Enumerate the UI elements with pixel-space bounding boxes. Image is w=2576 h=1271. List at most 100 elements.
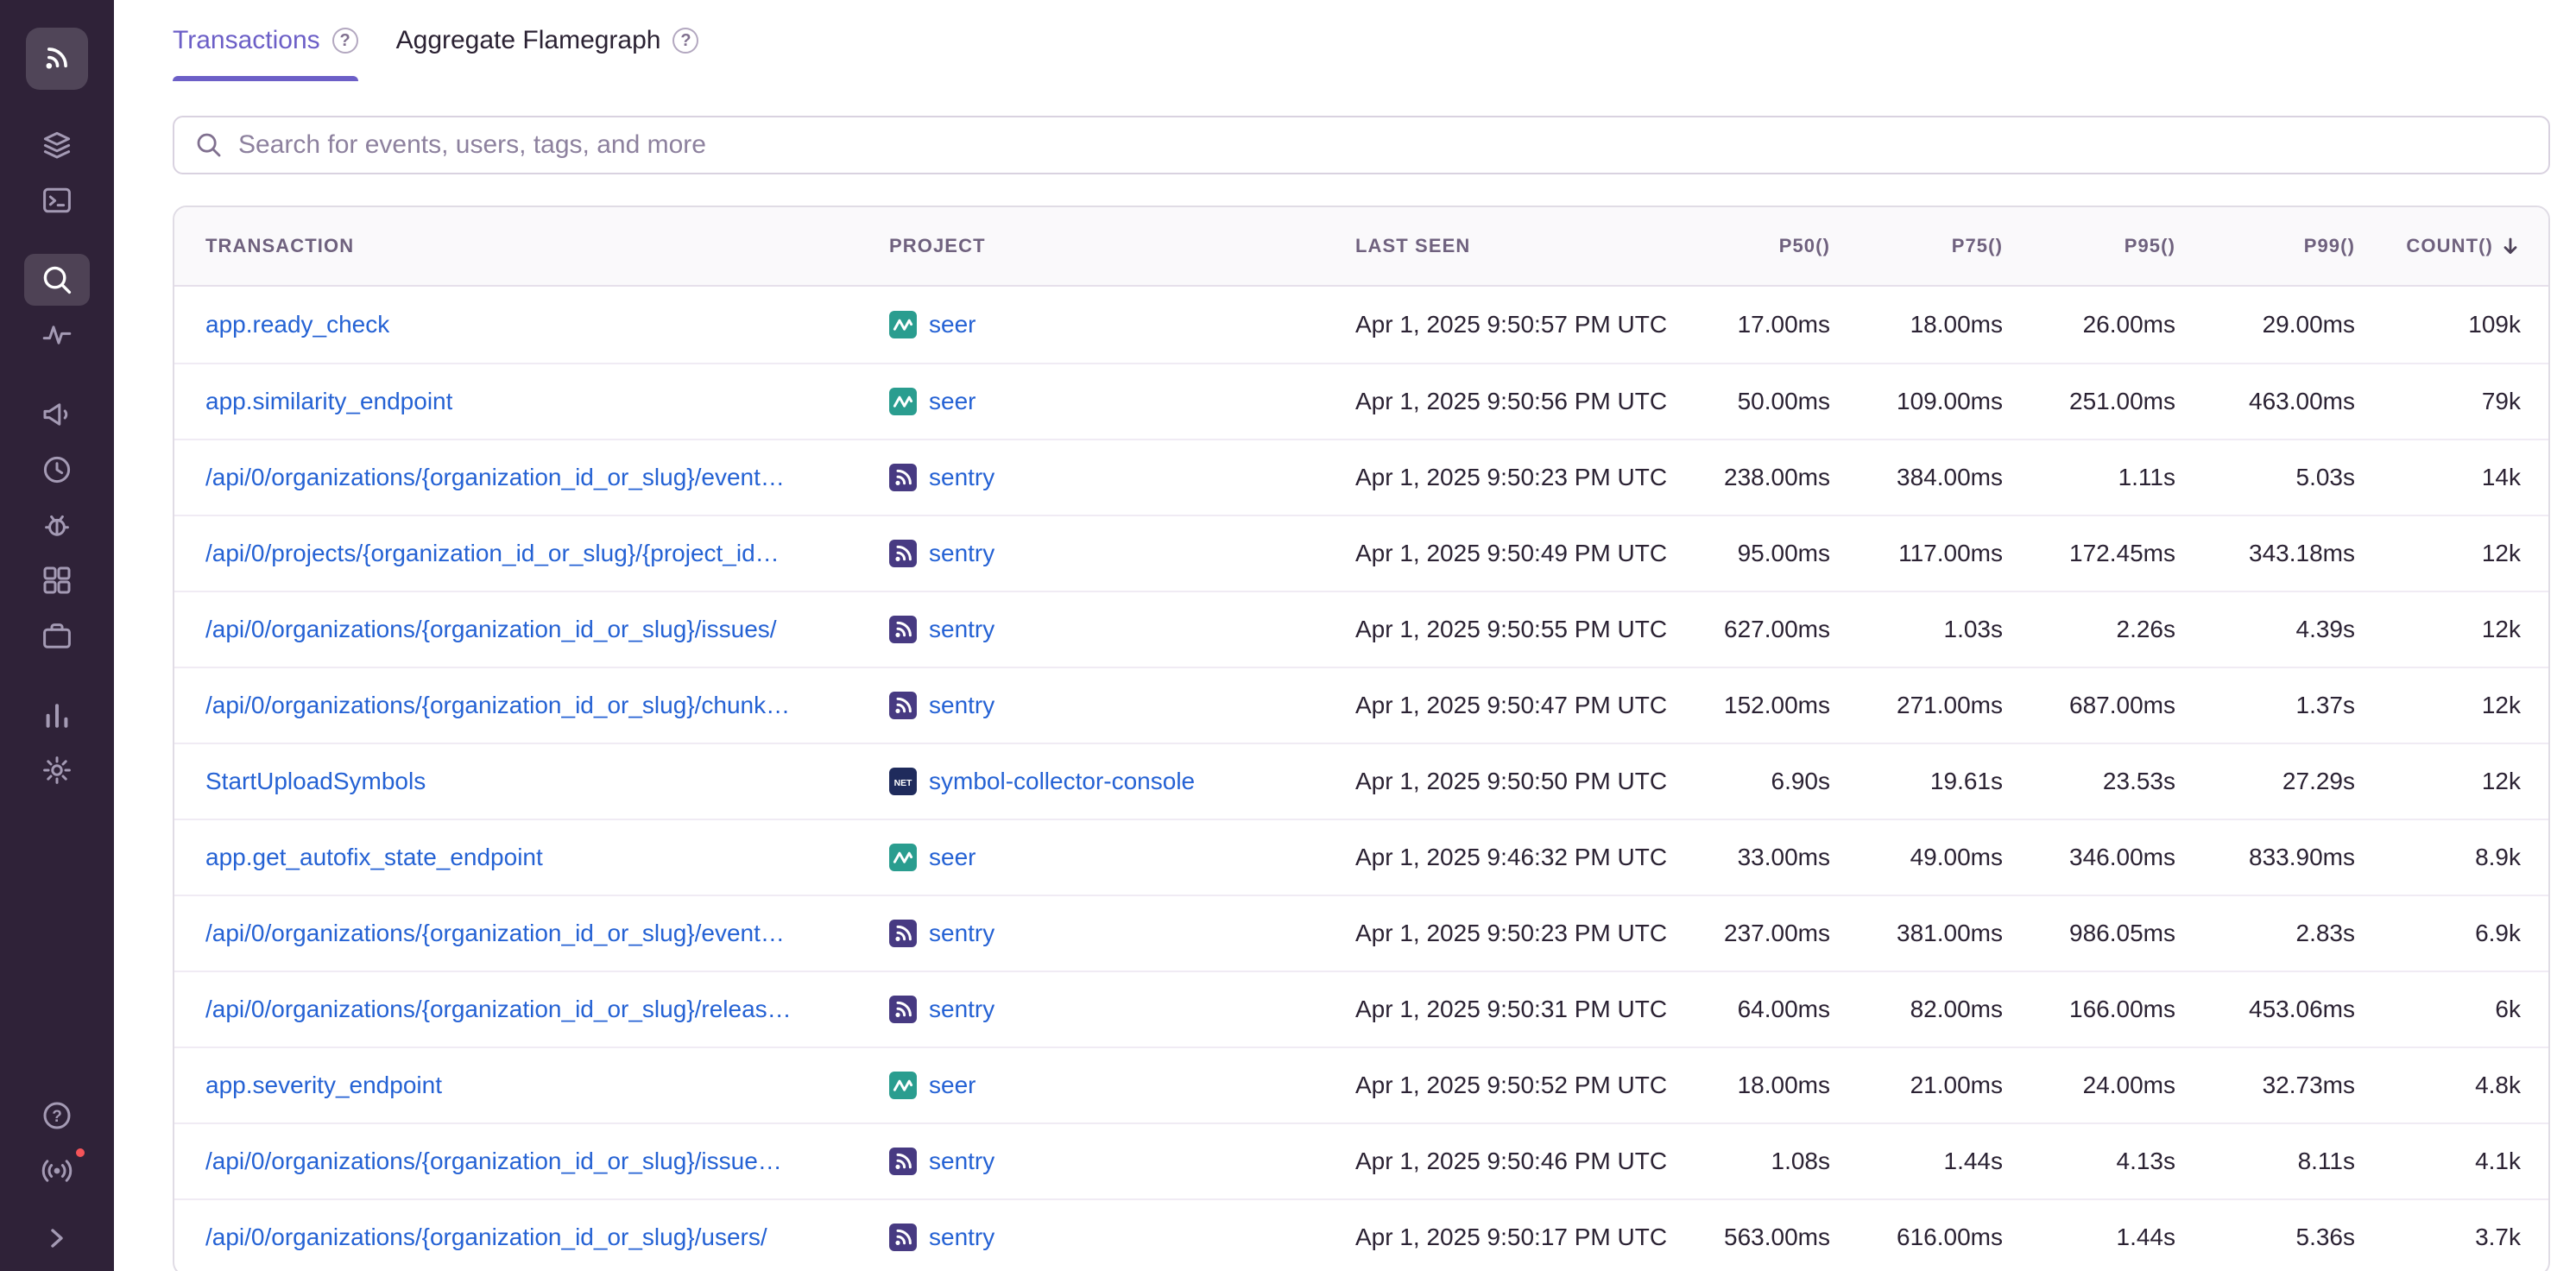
p99-value: 833.90ms (2196, 844, 2376, 871)
sidebar-item-insights[interactable] (24, 554, 90, 606)
table-row[interactable]: /api/0/organizations/{organization_id_or… (174, 667, 2548, 743)
sidebar-item-releases[interactable] (24, 610, 90, 661)
table-row[interactable]: app.severity_endpoint seer Apr 1, 2025 9… (174, 1047, 2548, 1122)
app-root: ? Transactions ? (0, 0, 2576, 1271)
sidebar-item-traces[interactable] (24, 309, 90, 361)
broadcast-icon (40, 1154, 74, 1188)
transaction-link[interactable]: app.get_autofix_state_endpoint (205, 844, 543, 871)
project-link[interactable]: sentry (929, 1148, 994, 1175)
project-link[interactable]: sentry (929, 920, 994, 947)
p95-value: 26.00ms (2024, 311, 2196, 338)
table-row[interactable]: /api/0/organizations/{organization_id_or… (174, 971, 2548, 1047)
p50-value: 238.00ms (1678, 464, 1851, 491)
table-row[interactable]: /api/0/projects/{organization_id_or_slug… (174, 515, 2548, 591)
transaction-link[interactable]: StartUploadSymbols (205, 768, 426, 795)
last-seen-value: Apr 1, 2025 9:50:23 PM UTC (1355, 464, 1678, 491)
sidebar: ? (0, 0, 114, 1271)
table-row[interactable]: /api/0/organizations/{organization_id_or… (174, 439, 2548, 515)
sidebar-item-projects[interactable] (24, 174, 90, 226)
p95-value: 1.11s (2024, 464, 2196, 491)
column-header-count[interactable]: COUNT() (2376, 235, 2548, 257)
bar-chart-icon (40, 698, 74, 732)
table-row[interactable]: app.similarity_endpoint seer Apr 1, 2025… (174, 363, 2548, 439)
transaction-link[interactable]: /api/0/organizations/{organization_id_or… (205, 464, 785, 491)
project-link[interactable]: seer (929, 311, 975, 338)
tab-transactions-label: Transactions (173, 26, 320, 55)
project-link[interactable]: symbol-collector-console (929, 768, 1195, 795)
column-header-transaction[interactable]: TRANSACTION (174, 235, 889, 257)
p95-value: 166.00ms (2024, 996, 2196, 1023)
sentry-logo[interactable] (26, 28, 88, 90)
bug-icon (40, 508, 74, 542)
p99-value: 5.03s (2196, 464, 2376, 491)
table-row[interactable]: app.ready_check seer Apr 1, 2025 9:50:57… (174, 287, 2548, 363)
p99-value: 463.00ms (2196, 388, 2376, 415)
sentry-platform-icon (889, 996, 917, 1023)
project-link[interactable]: sentry (929, 996, 994, 1023)
table-row[interactable]: StartUploadSymbols symbol-collector-cons… (174, 743, 2548, 819)
tab-bar: Transactions ? Aggregate Flamegraph ? (173, 0, 2550, 81)
count-value: 3.7k (2376, 1224, 2548, 1251)
sidebar-item-help[interactable]: ? (24, 1090, 90, 1141)
grid-icon (40, 563, 74, 598)
sidebar-item-issues[interactable] (24, 119, 90, 171)
sidebar-item-alerts[interactable] (24, 499, 90, 551)
sidebar-collapse-button[interactable] (24, 1212, 90, 1264)
transaction-link[interactable]: app.similarity_endpoint (205, 388, 452, 415)
sidebar-item-stats[interactable] (24, 689, 90, 741)
last-seen-value: Apr 1, 2025 9:46:32 PM UTC (1355, 844, 1678, 871)
transaction-link[interactable]: /api/0/organizations/{organization_id_or… (205, 1224, 767, 1251)
main-content: Transactions ? Aggregate Flamegraph ? TR… (114, 0, 2576, 1271)
transaction-link[interactable]: /api/0/projects/{organization_id_or_slug… (205, 540, 780, 567)
p99-value: 453.06ms (2196, 996, 2376, 1023)
project-link[interactable]: sentry (929, 464, 994, 491)
transaction-link[interactable]: /api/0/organizations/{organization_id_or… (205, 616, 777, 643)
search-input[interactable] (238, 130, 2528, 160)
project-link[interactable]: sentry (929, 540, 994, 567)
sentry-platform-icon (889, 540, 917, 567)
transaction-link[interactable]: /api/0/organizations/{organization_id_or… (205, 920, 785, 947)
tab-transactions[interactable]: Transactions ? (173, 0, 358, 81)
table-row[interactable]: /api/0/organizations/{organization_id_or… (174, 1198, 2548, 1271)
sentry-platform-icon (889, 616, 917, 643)
count-value: 8.9k (2376, 844, 2548, 871)
last-seen-value: Apr 1, 2025 9:50:52 PM UTC (1355, 1072, 1678, 1099)
transaction-link[interactable]: app.ready_check (205, 311, 389, 338)
column-header-p50[interactable]: P50() (1678, 235, 1851, 257)
column-header-p95[interactable]: P95() (2024, 235, 2196, 257)
help-circle-icon[interactable]: ? (672, 28, 698, 54)
p50-value: 237.00ms (1678, 920, 1851, 947)
transaction-link[interactable]: /api/0/organizations/{organization_id_or… (205, 1148, 782, 1175)
table-row[interactable]: app.get_autofix_state_endpoint seer Apr … (174, 819, 2548, 895)
column-header-last-seen[interactable]: LAST SEEN (1355, 235, 1678, 257)
transaction-link[interactable]: app.severity_endpoint (205, 1072, 442, 1099)
help-circle-icon[interactable]: ? (332, 28, 358, 54)
search-bar[interactable] (173, 116, 2550, 174)
table-row[interactable]: /api/0/organizations/{organization_id_or… (174, 895, 2548, 971)
project-link[interactable]: sentry (929, 616, 994, 643)
sidebar-item-settings[interactable] (24, 744, 90, 796)
p50-value: 95.00ms (1678, 540, 1851, 567)
p95-value: 23.53s (2024, 768, 2196, 795)
project-link[interactable]: seer (929, 844, 975, 871)
tab-aggregate-flamegraph[interactable]: Aggregate Flamegraph ? (396, 0, 699, 81)
seer-platform-icon (889, 1072, 917, 1099)
project-link[interactable]: sentry (929, 1224, 994, 1251)
column-header-p99[interactable]: P99() (2196, 235, 2376, 257)
project-link[interactable]: sentry (929, 692, 994, 719)
p99-value: 343.18ms (2196, 540, 2376, 567)
project-link[interactable]: seer (929, 1072, 975, 1099)
column-header-p75[interactable]: P75() (1851, 235, 2024, 257)
p75-value: 19.61s (1851, 768, 2024, 795)
sidebar-item-explore[interactable] (24, 254, 90, 306)
sidebar-item-feedback[interactable] (24, 389, 90, 440)
table-row[interactable]: /api/0/organizations/{organization_id_or… (174, 1122, 2548, 1198)
transaction-link[interactable]: /api/0/organizations/{organization_id_or… (205, 692, 790, 719)
project-link[interactable]: seer (929, 388, 975, 415)
transaction-link[interactable]: /api/0/organizations/{organization_id_or… (205, 996, 792, 1023)
table-row[interactable]: /api/0/organizations/{organization_id_or… (174, 591, 2548, 667)
sidebar-item-replays[interactable] (24, 444, 90, 496)
sidebar-item-whats-new[interactable] (24, 1145, 90, 1197)
column-header-project[interactable]: PROJECT (889, 235, 1355, 257)
count-value: 12k (2376, 768, 2548, 795)
